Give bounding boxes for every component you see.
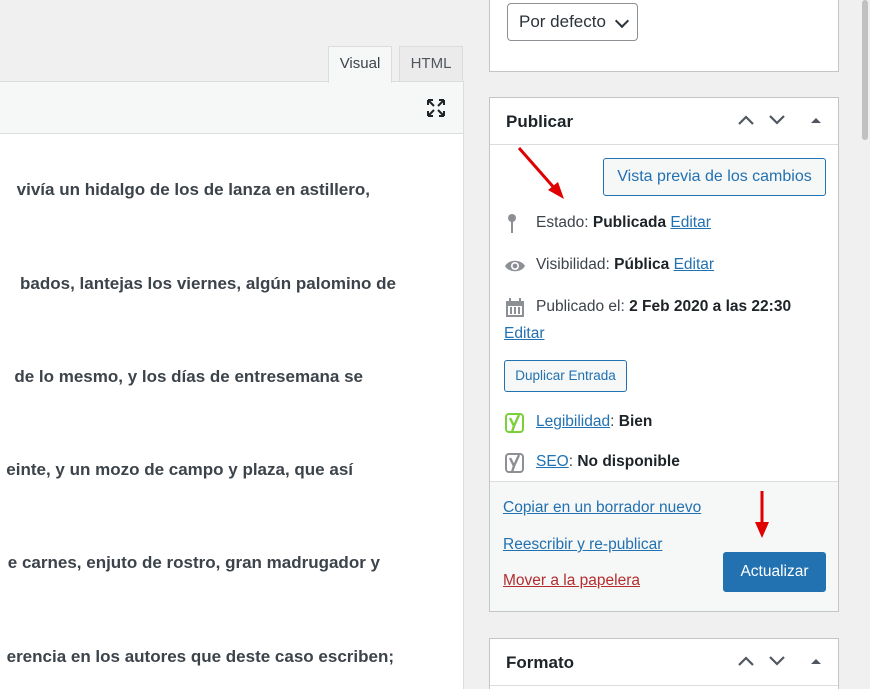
edit-date-link[interactable]: Editar xyxy=(504,325,545,343)
tab-visual[interactable]: Visual xyxy=(328,46,392,83)
annotation-arrow-icon xyxy=(517,147,564,199)
scrollbar[interactable] xyxy=(860,0,870,689)
editor-toolbar xyxy=(0,82,463,134)
toggle-panel-icon[interactable] xyxy=(806,110,826,130)
format-box: Formato xyxy=(489,638,839,689)
edit-visibility-link[interactable]: Editar xyxy=(674,256,715,273)
template-select[interactable]: Por defecto xyxy=(507,3,638,41)
format-title: Formato xyxy=(506,653,574,672)
scrollbar-thumb[interactable] xyxy=(862,0,868,140)
pin-icon xyxy=(508,214,516,233)
yoast-readability-icon xyxy=(505,413,524,433)
trash-link[interactable]: Mover a la papelera xyxy=(503,572,640,590)
select-value: Por defecto xyxy=(519,12,606,31)
update-button[interactable]: Actualizar xyxy=(723,552,826,592)
publish-header: Publicar xyxy=(490,98,838,145)
toggle-panel-icon[interactable] xyxy=(806,651,826,671)
publish-title: Publicar xyxy=(506,112,574,131)
editor-tabs: Visual HTML xyxy=(0,46,464,83)
annotation-arrow-icon xyxy=(755,491,769,538)
readability-link[interactable]: Legibilidad xyxy=(536,413,610,430)
editor-box: vivía un hidalgo de los de lanza en asti… xyxy=(0,81,464,689)
calendar-icon xyxy=(506,298,524,317)
chevron-down-icon xyxy=(614,13,630,29)
chevron-up-icon[interactable] xyxy=(736,651,756,671)
chevron-down-icon[interactable] xyxy=(767,110,787,130)
eye-icon xyxy=(505,260,525,272)
copy-draft-link[interactable]: Copiar en un borrador nuevo xyxy=(503,499,701,517)
fullscreen-icon[interactable] xyxy=(425,97,447,119)
yoast-seo-icon xyxy=(505,453,524,473)
chevron-up-icon[interactable] xyxy=(736,110,756,130)
edit-status-link[interactable]: Editar xyxy=(670,214,711,231)
rewrite-republish-link[interactable]: Reescribir y re-publicar xyxy=(503,536,662,554)
template-box: Por defecto xyxy=(489,0,839,72)
publish-footer: Copiar en un borrador nuevo Reescribir y… xyxy=(490,481,838,611)
duplicate-post-button[interactable]: Duplicar Entrada xyxy=(504,360,627,392)
chevron-down-icon[interactable] xyxy=(767,651,787,671)
seo-link[interactable]: SEO xyxy=(536,453,569,470)
format-header: Formato xyxy=(490,639,838,686)
preview-changes-button[interactable]: Vista previa de los cambios xyxy=(603,158,826,196)
tab-html[interactable]: HTML xyxy=(399,46,463,82)
